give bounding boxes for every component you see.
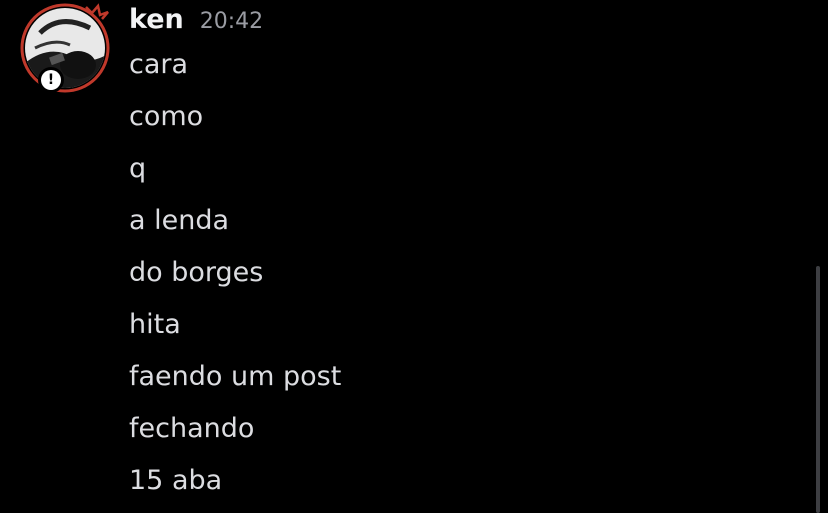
chat-view: ! ken 20:42 cara como q a lenda do borge…	[0, 0, 828, 513]
message-item[interactable]: hita	[129, 306, 341, 358]
message-header: ken 20:42	[129, 4, 263, 38]
message-item[interactable]: faendo um post	[129, 358, 341, 410]
message-item[interactable]: fechando	[129, 410, 341, 462]
message-item[interactable]: a lenda	[129, 202, 341, 254]
message-item[interactable]: como	[129, 98, 341, 150]
avatar-image	[20, 3, 110, 93]
avatar[interactable]: !	[20, 3, 114, 97]
timestamp: 20:42	[199, 9, 264, 34]
message-item[interactable]: 15 aba	[129, 462, 341, 513]
scrollbar-thumb[interactable]	[816, 266, 820, 513]
message-list: cara como q a lenda do borges hita faend…	[129, 46, 341, 513]
status-badge: !	[38, 67, 64, 93]
message-item[interactable]: cara	[129, 46, 341, 98]
alert-icon: !	[41, 70, 61, 90]
message-item[interactable]: q	[129, 150, 341, 202]
username[interactable]: ken	[129, 4, 184, 35]
message-item[interactable]: do borges	[129, 254, 341, 306]
